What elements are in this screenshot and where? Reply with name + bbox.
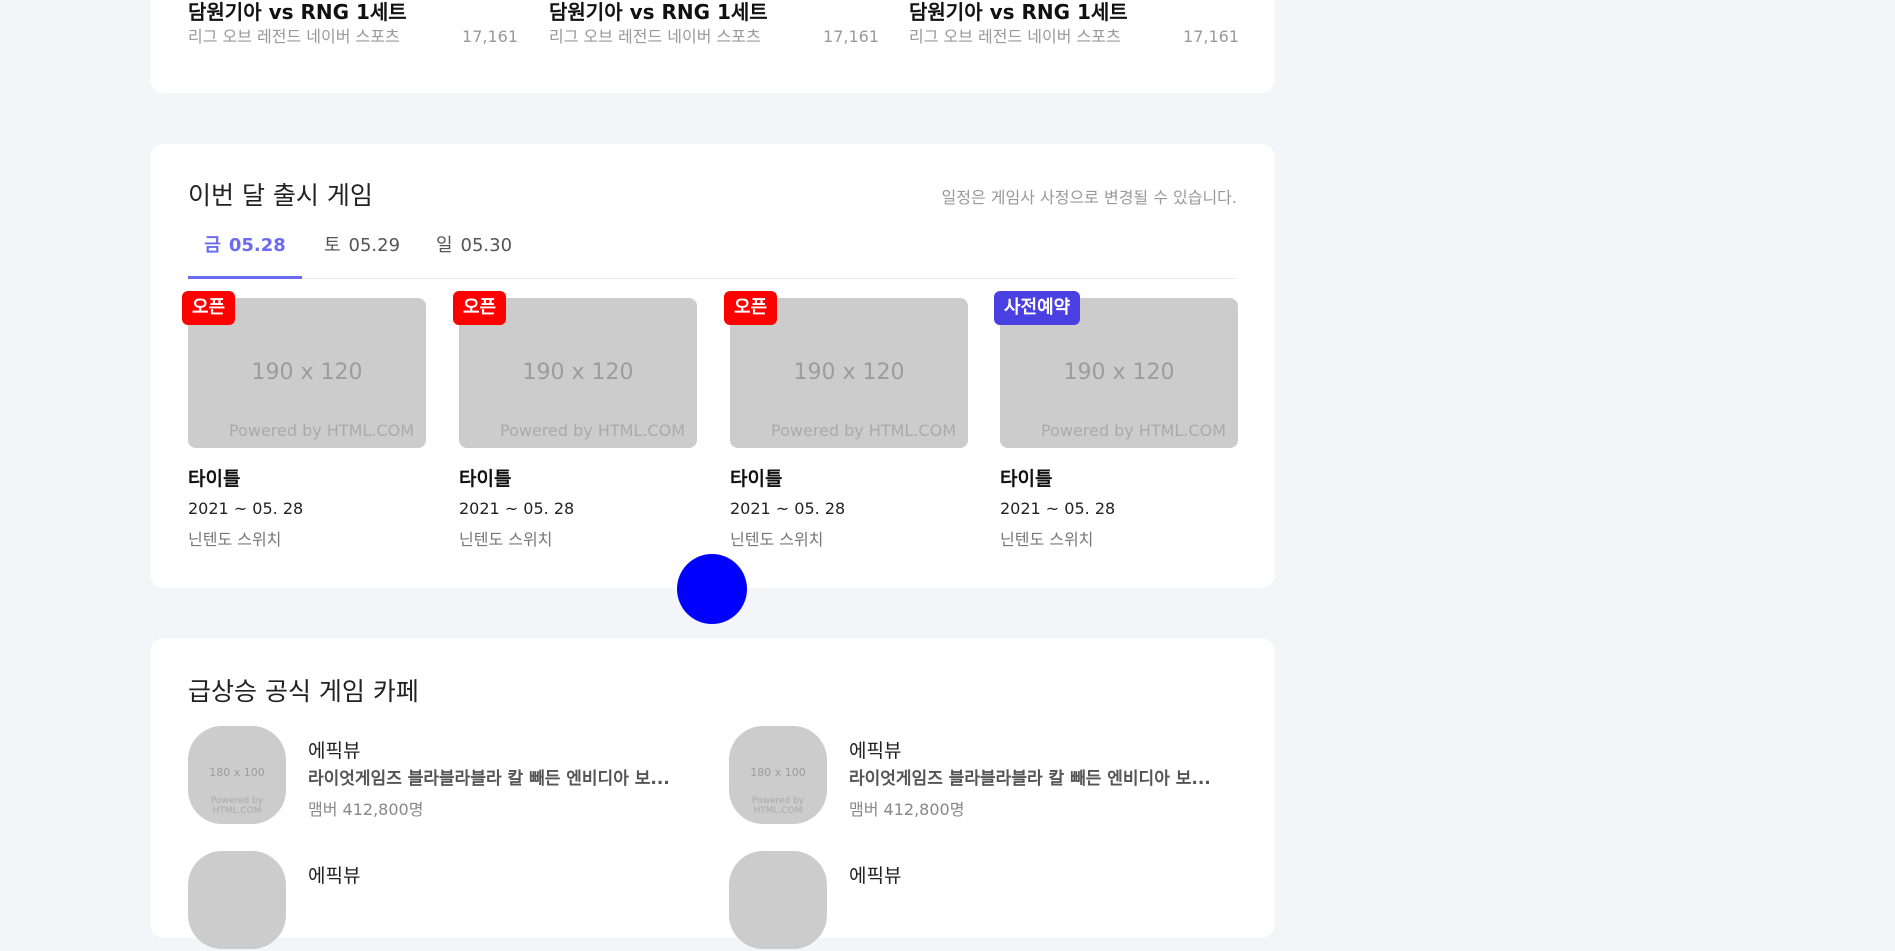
video-views: 17,161 <box>462 27 518 46</box>
cafe-thumbnail[interactable] <box>188 851 286 949</box>
date-tabs: 금 05.28 토 05.29 일 05.30 <box>188 226 1237 279</box>
tab-day: 일 <box>435 235 453 256</box>
placeholder-size: 190 x 120 <box>1063 360 1175 385</box>
tab-date: 05.28 <box>228 235 286 256</box>
video-channel: 리그 오브 레전드 네이버 스포츠 <box>549 27 761 46</box>
cafe-name[interactable]: 에픽뷰 <box>849 736 901 763</box>
video-channel: 리그 오브 레전드 네이버 스포츠 <box>909 27 1121 46</box>
placeholder-credit: Powered by HTML.COM <box>1041 421 1226 440</box>
status-badge: 사전예약 <box>994 291 1081 325</box>
placeholder-size: 180 x 100 <box>750 766 806 779</box>
game-platform: 닌텐도 스위치 <box>1000 530 1094 549</box>
video-item[interactable]: 담원기아 vs RNG 1세트 리그 오브 레전드 네이버 스포츠 17,161 <box>549 0 879 47</box>
tab-date: 05.29 <box>348 235 401 256</box>
placeholder-credit: Powered by HTML.COM <box>751 796 805 816</box>
video-title[interactable]: 담원기아 vs RNG 1세트 <box>909 0 1239 24</box>
game-date: 2021 ~ 05. 28 <box>1000 499 1116 518</box>
tab-0530[interactable]: 일 05.30 <box>424 226 524 276</box>
video-title[interactable]: 담원기아 vs RNG 1세트 <box>549 0 879 24</box>
video-channel: 리그 오브 레전드 네이버 스포츠 <box>188 27 400 46</box>
game-date: 2021 ~ 05. 28 <box>459 499 575 518</box>
video-item[interactable]: 담원기아 vs RNG 1세트 리그 오브 레전드 네이버 스포츠 17,161 <box>909 0 1239 47</box>
game-title[interactable]: 타이틀 <box>459 464 697 491</box>
tab-day: 토 <box>323 235 341 256</box>
placeholder-credit: Powered by HTML.COM <box>500 421 685 440</box>
video-title[interactable]: 담원기아 vs RNG 1세트 <box>188 0 518 24</box>
tab-day: 금 <box>204 235 221 256</box>
video-views: 17,161 <box>1183 27 1239 46</box>
game-title[interactable]: 타이틀 <box>730 464 968 491</box>
game-card[interactable]: 190 x 120 Powered by HTML.COM 사전예약 타이틀 2… <box>994 291 1238 550</box>
game-platform: 닌텐도 스위치 <box>188 530 282 549</box>
game-platform: 닌텐도 스위치 <box>459 530 553 549</box>
cafe-members: 맴버 412,800명 <box>308 800 424 819</box>
game-date: 2021 ~ 05. 28 <box>188 499 304 518</box>
video-item[interactable]: 담원기아 vs RNG 1세트 리그 오브 레전드 네이버 스포츠 17,161 <box>188 0 518 47</box>
cafe-description: 라이엇게임즈 블라블라블라 칼 빼든 엔비디아 보... <box>849 769 1211 789</box>
game-date: 2021 ~ 05. 28 <box>730 499 846 518</box>
cafe-item[interactable]: 에픽뷰 <box>188 851 688 951</box>
status-badge: 오픈 <box>724 291 778 325</box>
cafe-name[interactable]: 에픽뷰 <box>308 736 360 763</box>
cafe-item[interactable]: 180 x 100 Powered by HTML.COM 에픽뷰 라이엇게임즈… <box>188 726 688 826</box>
game-platform: 닌텐도 스위치 <box>730 530 824 549</box>
section-title: 급상승 공식 게임 카페 <box>188 677 419 706</box>
game-card[interactable]: 190 x 120 Powered by HTML.COM 오픈 타이틀 202… <box>453 291 697 550</box>
cafe-name[interactable]: 에픽뷰 <box>308 861 360 888</box>
cafe-thumbnail[interactable]: 180 x 100 Powered by HTML.COM <box>188 726 286 824</box>
cafe-thumbnail[interactable] <box>729 851 827 949</box>
placeholder-size: 190 x 120 <box>251 360 363 385</box>
placeholder-size: 190 x 120 <box>522 360 634 385</box>
cafe-item[interactable]: 에픽뷰 <box>729 851 1229 951</box>
cafe-section: 급상승 공식 게임 카페 180 x 100 Powered by HTML.C… <box>150 638 1275 949</box>
tab-date: 05.30 <box>460 235 513 256</box>
game-title[interactable]: 타이틀 <box>1000 464 1238 491</box>
placeholder-size: 180 x 100 <box>209 766 265 779</box>
section-title: 이번 달 출시 게임 <box>188 181 373 210</box>
cafe-item[interactable]: 180 x 100 Powered by HTML.COM 에픽뷰 라이엇게임즈… <box>729 726 1229 826</box>
tab-0528[interactable]: 금 05.28 <box>188 226 302 279</box>
tab-0529[interactable]: 토 05.29 <box>312 226 412 276</box>
cafe-name[interactable]: 에픽뷰 <box>849 861 901 888</box>
release-note: 일정은 게임사 사정으로 변경될 수 있습니다. <box>941 188 1237 207</box>
placeholder-credit: Powered by HTML.COM <box>229 421 414 440</box>
placeholder-credit: Powered by HTML.COM <box>210 796 264 816</box>
cafe-thumbnail[interactable]: 180 x 100 Powered by HTML.COM <box>729 726 827 824</box>
release-section: 이번 달 출시 게임 일정은 게임사 사정으로 변경될 수 있습니다. 금 05.… <box>150 144 1275 588</box>
game-card[interactable]: 190 x 120 Powered by HTML.COM 오픈 타이틀 202… <box>724 291 968 550</box>
placeholder-size: 190 x 120 <box>793 360 905 385</box>
game-card[interactable]: 190 x 120 Powered by HTML.COM 오픈 타이틀 202… <box>182 291 426 550</box>
cursor-indicator <box>677 554 747 624</box>
video-views: 17,161 <box>823 27 879 46</box>
cafe-members: 맴버 412,800명 <box>849 800 965 819</box>
status-badge: 오픈 <box>182 291 236 325</box>
game-title[interactable]: 타이틀 <box>188 464 426 491</box>
cafe-description: 라이엇게임즈 블라블라블라 칼 빼든 엔비디아 보... <box>308 769 670 789</box>
placeholder-credit: Powered by HTML.COM <box>771 421 956 440</box>
status-badge: 오픈 <box>453 291 507 325</box>
video-section: 담원기아 vs RNG 1세트 리그 오브 레전드 네이버 스포츠 17,161… <box>150 0 1275 93</box>
